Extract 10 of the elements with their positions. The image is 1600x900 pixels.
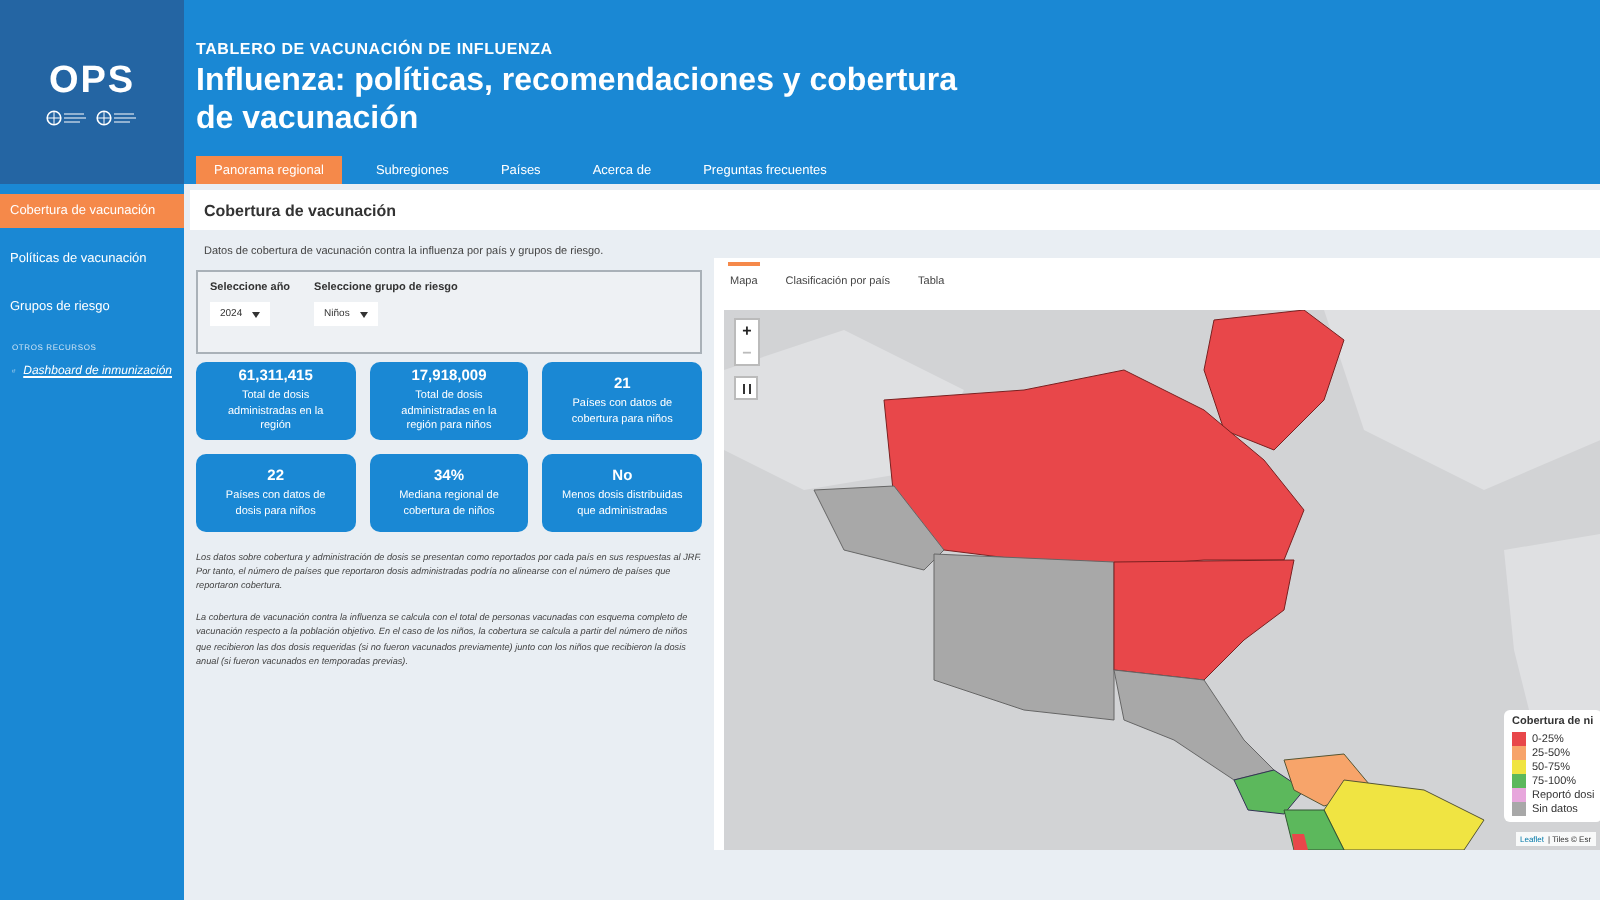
globe-emblem-icon bbox=[95, 109, 139, 125]
logo-text: OPS bbox=[48, 59, 136, 103]
reset-view-button[interactable] bbox=[734, 376, 758, 400]
caret-icon bbox=[359, 311, 368, 317]
reset-icon bbox=[741, 383, 751, 393]
page-title: Influenza: políticas, recomendaciones y cobertura de vacunación bbox=[196, 62, 960, 138]
globe-emblem-icon bbox=[45, 109, 89, 125]
dashboard-kicker: TABLERO DE VACUNACIÓN DE INFLUENZA bbox=[196, 40, 555, 58]
section-title: Cobertura de vacunación bbox=[204, 201, 397, 219]
caret-icon bbox=[252, 311, 261, 317]
